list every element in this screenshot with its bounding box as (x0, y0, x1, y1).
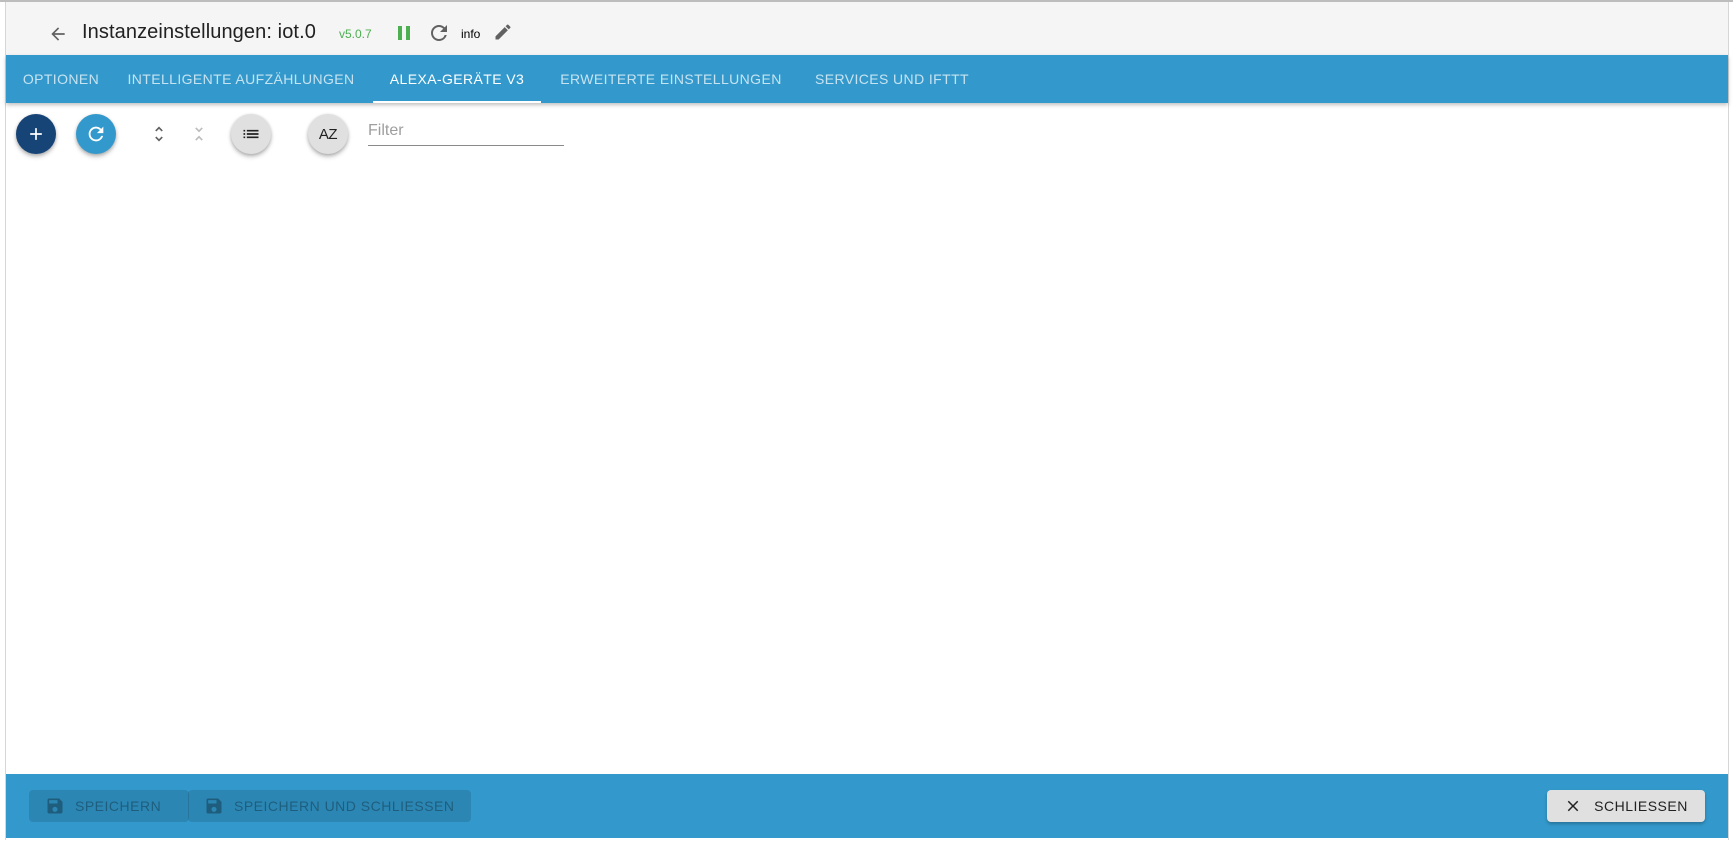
tab-optionen[interactable]: OPTIONEN (6, 55, 116, 103)
unfold-more-icon (155, 126, 163, 142)
floppy-disk-icon (45, 796, 65, 816)
list-icon (243, 129, 259, 139)
dialog-footer: SPEICHERN SPEICHERN UND SCHLIESSEN SCHLI… (6, 774, 1728, 838)
sort-alphabetical-icon: AZ (318, 125, 338, 143)
pause-icon (398, 26, 410, 40)
tab-alexa-geraete-v3[interactable]: ALEXA-GERÄTE V3 (373, 55, 541, 103)
plus-icon (30, 128, 42, 140)
reload-button[interactable] (427, 21, 451, 45)
close-icon (1564, 797, 1582, 815)
arrow-left-icon (51, 27, 65, 41)
save-button[interactable]: SPEICHERN (29, 790, 189, 822)
add-device-button[interactable] (16, 114, 56, 154)
back-button[interactable] (44, 20, 72, 48)
floppy-disk-icon (204, 796, 224, 816)
list-view-button[interactable] (231, 114, 271, 154)
tab-bar: OPTIONEN INTELLIGENTE AUFZÄHLUNGEN ALEXA… (6, 55, 1728, 103)
dialog-header: Instanzeinstellungen: iot.0 v5.0.7 info (6, 2, 1728, 55)
collapse-all-button[interactable] (185, 120, 213, 148)
tab-intelligente-aufzaehlungen[interactable]: INTELLIGENTE AUFZÄHLUNGEN (121, 55, 361, 103)
refresh-icon (88, 126, 104, 142)
reload-icon (431, 25, 447, 41)
filter-input[interactable] (368, 118, 564, 144)
version-label: v5.0.7 (339, 27, 372, 41)
save-and-close-button-label: SPEICHERN UND SCHLIESSEN (234, 798, 455, 814)
unfold-less-icon (195, 127, 203, 141)
page-title: Instanzeinstellungen: iot.0 (82, 21, 316, 43)
tab-services-und-ifttt[interactable]: SERVICES UND IFTTT (803, 55, 981, 103)
active-tab-indicator (373, 101, 541, 103)
close-button-label: SCHLIESSEN (1594, 798, 1688, 814)
tab-erweiterte-einstellungen[interactable]: ERWEITERTE EINSTELLUNGEN (551, 55, 791, 103)
pencil-icon (495, 24, 511, 40)
close-button[interactable]: SCHLIESSEN (1547, 790, 1705, 822)
save-button-label: SPEICHERN (75, 798, 162, 814)
sort-alphabetical-button[interactable]: AZ (308, 114, 348, 154)
loglevel-label: info (461, 27, 481, 41)
refresh-devices-button[interactable] (76, 114, 116, 154)
edit-loglevel-button[interactable] (493, 22, 513, 42)
expand-all-button[interactable] (145, 120, 173, 148)
instance-settings-dialog: Instanzeinstellungen: iot.0 v5.0.7 info … (5, 2, 1729, 840)
save-and-close-button[interactable]: SPEICHERN UND SCHLIESSEN (188, 790, 471, 822)
filter-field (368, 118, 564, 146)
pause-button[interactable] (396, 23, 414, 43)
